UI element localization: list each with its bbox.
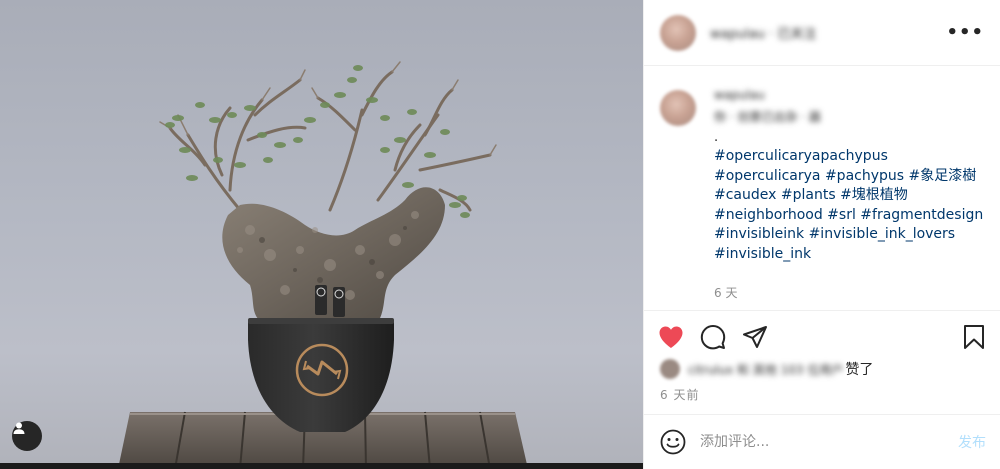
hashtag-link[interactable]: #塊根植物: [840, 187, 908, 203]
share-button[interactable]: [742, 325, 768, 349]
hashtag-line: #invisibleink #invisible_ink_lovers: [714, 225, 974, 245]
hashtag-list: #operculicaryapachypus #operculicarya #pa…: [714, 147, 983, 265]
share-icon: [743, 325, 767, 348]
hashtag-line: #invisible_ink: [714, 245, 974, 265]
plant-photo-illustration: [118, 61, 528, 469]
caption: wapulau 你 · 创意已出杂 · 器 . #operculicaryapa…: [660, 88, 984, 301]
hashtag-link[interactable]: #fragmentdesign: [860, 207, 983, 223]
bookmark-icon: [964, 324, 984, 349]
hashtag-link[interactable]: #operculicaryapachypus: [714, 148, 888, 164]
emoji-button[interactable]: [660, 429, 686, 455]
hashtag-link[interactable]: #neighborhood: [714, 207, 823, 223]
liker-avatar: [660, 359, 680, 379]
action-bar: [644, 310, 1000, 362]
save-button[interactable]: [962, 324, 986, 350]
hashtag-link[interactable]: #invisible_ink_lovers: [809, 226, 956, 242]
hashtag-link[interactable]: #srl: [827, 207, 856, 223]
hashtag-line: #neighborhood #srl #fragmentdesign: [714, 206, 983, 226]
caption-author-avatar[interactable]: [660, 90, 696, 126]
post-header: wapulau · 已关注 •••: [644, 0, 1000, 66]
hashtag-link[interactable]: #invisibleink: [714, 226, 804, 242]
hashtag-line: #operculicaryapachypus: [714, 147, 974, 167]
caption-subtitle: 你 · 创意已出杂 · 器: [714, 110, 821, 124]
post-comment-button[interactable]: 发布: [958, 432, 986, 452]
emoji-icon: [660, 429, 686, 455]
hashtag-link[interactable]: #operculicarya: [714, 168, 821, 184]
photo-bottom-strip: [0, 463, 643, 469]
more-options-icon[interactable]: •••: [946, 22, 984, 43]
caption-author[interactable]: wapulau: [714, 88, 974, 102]
comment-icon: [700, 324, 726, 349]
caption-section: wapulau 你 · 创意已出杂 · 器 . #operculicaryapa…: [644, 66, 1000, 310]
hashtag-line: #caudex #plants #塊根植物: [714, 186, 974, 206]
comment-composer: 发布: [644, 414, 1000, 469]
hashtag-link[interactable]: #invisible_ink: [714, 246, 811, 262]
likes-summary: citrulux 和 其他 103 位用户 赞了: [660, 358, 990, 380]
like-button[interactable]: [658, 325, 684, 349]
post-timestamp[interactable]: 6 天前: [660, 386, 699, 403]
author-avatar[interactable]: [660, 14, 696, 51]
hashtag-link[interactable]: #pachypus: [825, 168, 904, 184]
comment-button[interactable]: [700, 324, 726, 350]
comment-input[interactable]: [700, 434, 958, 450]
caption-dot: .: [714, 130, 719, 145]
hashtag-link[interactable]: #caudex: [714, 187, 776, 203]
hashtag-link[interactable]: #象足漆樹: [909, 168, 977, 184]
likers-names[interactable]: citrulux 和 其他 103 位用户: [688, 361, 843, 378]
heart-icon: [659, 326, 683, 348]
post-side-panel: wapulau · 已关注 ••• wapulau 你 · 创意已出杂 · 器 …: [643, 0, 1000, 469]
hashtag-line: #operculicarya #pachypus #象足漆樹: [714, 167, 977, 187]
post-photo[interactable]: [0, 0, 643, 469]
author-username[interactable]: wapulau · 已关注: [710, 23, 816, 42]
caption-age: 6 天: [714, 286, 738, 300]
liked-label: 赞了: [845, 362, 874, 378]
user-tags-button[interactable]: [12, 421, 42, 451]
user-tags-icon: [13, 422, 25, 434]
hashtag-link[interactable]: #plants: [781, 187, 836, 203]
caption-body: wapulau 你 · 创意已出杂 · 器 . #operculicaryapa…: [714, 88, 983, 301]
